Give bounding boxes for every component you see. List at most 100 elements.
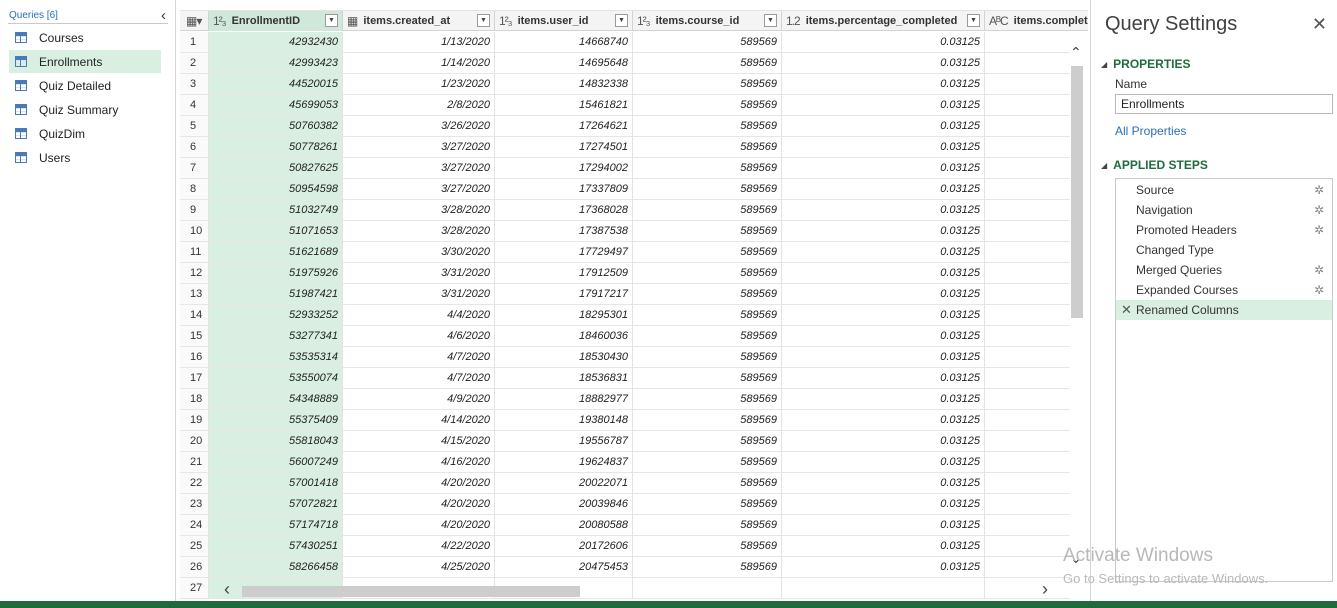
table-row[interactable]: 17 53550074 4/7/2020 18536831 589569 0.03125 <box>180 368 1070 389</box>
table-cell[interactable]: 1/14/2020 <box>343 53 495 73</box>
table-cell[interactable]: 4/15/2020 <box>343 431 495 451</box>
column-header[interactable]: 1²₃ items.course_id ▼ <box>633 11 782 31</box>
table-cell[interactable]: 0.03125 <box>782 200 985 220</box>
table-row[interactable]: 12 51975926 3/31/2020 17912509 589569 0.03125 <box>180 263 1070 284</box>
table-cell[interactable]: 14695648 <box>495 53 633 73</box>
table-cell[interactable]: 4/9/2020 <box>343 389 495 409</box>
column-header[interactable]: 1.2 items.percentage_completed ▼ <box>782 11 985 31</box>
table-cell[interactable]: 4/16/2020 <box>343 452 495 472</box>
applied-step[interactable]: Changed Type <box>1116 240 1332 260</box>
filter-dropdown-icon[interactable]: ▼ <box>967 14 980 27</box>
table-cell[interactable]: 589569 <box>633 32 782 52</box>
table-cell[interactable]: 0.03125 <box>782 116 985 136</box>
table-cell[interactable]: 55818043 <box>209 431 343 451</box>
table-cell[interactable]: 0.03125 <box>782 452 985 472</box>
table-cell[interactable]: 3/31/2020 <box>343 284 495 304</box>
table-cell[interactable]: 50827625 <box>209 158 343 178</box>
table-cell[interactable]: 57174718 <box>209 515 343 535</box>
row-number[interactable]: 20 <box>180 431 209 451</box>
table-cell[interactable]: 2/8/2020 <box>343 95 495 115</box>
query-item[interactable]: Courses <box>9 26 161 49</box>
column-type-icon[interactable]: 1.2 <box>786 14 801 28</box>
table-cell[interactable]: 18295301 <box>495 305 633 325</box>
query-item[interactable]: Quiz Detailed <box>9 74 161 97</box>
table-cell[interactable]: 3/30/2020 <box>343 242 495 262</box>
table-cell[interactable]: 0.03125 <box>782 95 985 115</box>
table-cell[interactable]: 589569 <box>633 557 782 577</box>
table-cell[interactable]: 55375409 <box>209 410 343 430</box>
table-cell[interactable]: 57430251 <box>209 536 343 556</box>
all-properties-link[interactable]: All Properties <box>1115 124 1186 138</box>
table-cell[interactable]: 57001418 <box>209 473 343 493</box>
row-number[interactable]: 11 <box>180 242 209 262</box>
column-header[interactable]: AᴮC items.complete <box>985 11 1088 31</box>
table-cell[interactable]: 19380148 <box>495 410 633 430</box>
table-row[interactable]: 7 50827625 3/27/2020 17294002 589569 0.03125 <box>180 158 1070 179</box>
table-cell[interactable]: 17917217 <box>495 284 633 304</box>
collapse-chevron-icon[interactable]: ‹ <box>161 7 166 24</box>
row-number[interactable]: 6 <box>180 137 209 157</box>
table-cell[interactable]: 4/22/2020 <box>343 536 495 556</box>
table-cell[interactable]: 0.03125 <box>782 368 985 388</box>
table-cell[interactable]: 50954598 <box>209 179 343 199</box>
row-number[interactable]: 7 <box>180 158 209 178</box>
row-number[interactable]: 17 <box>180 368 209 388</box>
table-cell[interactable]: 58266458 <box>209 557 343 577</box>
table-cell[interactable]: 17912509 <box>495 263 633 283</box>
table-row[interactable]: 15 53277341 4/6/2020 18460036 589569 0.03125 <box>180 326 1070 347</box>
table-cell[interactable]: 3/28/2020 <box>343 200 495 220</box>
table-cell[interactable]: 589569 <box>633 95 782 115</box>
row-number[interactable]: 3 <box>180 74 209 94</box>
table-cell[interactable]: 44520015 <box>209 74 343 94</box>
table-cell[interactable]: 0.03125 <box>782 515 985 535</box>
row-number[interactable]: 2 <box>180 53 209 73</box>
table-cell[interactable]: 18460036 <box>495 326 633 346</box>
scroll-left-icon[interactable]: ‹ <box>224 579 230 600</box>
table-cell[interactable]: 14668740 <box>495 32 633 52</box>
table-cell[interactable]: 589569 <box>633 200 782 220</box>
table-cell[interactable]: 4/14/2020 <box>343 410 495 430</box>
applied-step[interactable]: ✕ Renamed Columns <box>1116 300 1332 320</box>
table-row[interactable]: 16 53535314 4/7/2020 18530430 589569 0.03125 <box>180 347 1070 368</box>
table-cell[interactable]: 51975926 <box>209 263 343 283</box>
scroll-up-icon[interactable]: ⌃ <box>1070 44 1082 61</box>
table-cell[interactable]: 18530430 <box>495 347 633 367</box>
table-cell[interactable]: 589569 <box>633 368 782 388</box>
table-cell[interactable]: 17368028 <box>495 200 633 220</box>
filter-dropdown-icon[interactable]: ▼ <box>477 14 490 27</box>
table-row[interactable]: 10 51071653 3/28/2020 17387538 589569 0.03125 <box>180 221 1070 242</box>
table-row[interactable]: 25 57430251 4/22/2020 20172606 589569 0.03125 <box>180 536 1070 557</box>
table-cell[interactable]: 589569 <box>633 515 782 535</box>
table-cell[interactable]: 589569 <box>633 221 782 241</box>
table-cell[interactable]: 1/13/2020 <box>343 32 495 52</box>
table-cell[interactable]: 4/7/2020 <box>343 368 495 388</box>
table-cell[interactable]: 589569 <box>633 473 782 493</box>
table-cell[interactable]: 3/27/2020 <box>343 137 495 157</box>
gear-icon[interactable]: ✲ <box>1314 220 1324 240</box>
table-cell[interactable]: 589569 <box>633 53 782 73</box>
row-number[interactable]: 8 <box>180 179 209 199</box>
row-number[interactable]: 19 <box>180 410 209 430</box>
table-cell[interactable]: 0.03125 <box>782 494 985 514</box>
table-cell[interactable]: 56007249 <box>209 452 343 472</box>
table-cell[interactable]: 18882977 <box>495 389 633 409</box>
table-cell[interactable]: 4/6/2020 <box>343 326 495 346</box>
gear-icon[interactable]: ✲ <box>1314 260 1324 280</box>
query-item[interactable]: Users <box>9 146 161 169</box>
table-cell[interactable]: 0.03125 <box>782 410 985 430</box>
column-type-icon[interactable]: 1²₃ <box>213 14 227 28</box>
table-cell[interactable]: 53550074 <box>209 368 343 388</box>
table-cell[interactable]: 4/4/2020 <box>343 305 495 325</box>
table-row[interactable]: 19 55375409 4/14/2020 19380148 589569 0.03125 <box>180 410 1070 431</box>
table-cell[interactable]: 19556787 <box>495 431 633 451</box>
column-type-icon[interactable]: AᴮC <box>989 14 1009 28</box>
table-cell[interactable]: 0.03125 <box>782 158 985 178</box>
table-cell[interactable]: 0.03125 <box>782 284 985 304</box>
applied-step[interactable]: Merged Queries ✲ <box>1116 260 1332 280</box>
row-number[interactable]: 4 <box>180 95 209 115</box>
column-header[interactable]: 1²₃ items.user_id ▼ <box>495 11 633 31</box>
table-cell[interactable]: 17387538 <box>495 221 633 241</box>
applied-step[interactable]: Promoted Headers ✲ <box>1116 220 1332 240</box>
table-row[interactable]: 23 57072821 4/20/2020 20039846 589569 0.03125 <box>180 494 1070 515</box>
delete-step-icon[interactable]: ✕ <box>1121 300 1132 320</box>
